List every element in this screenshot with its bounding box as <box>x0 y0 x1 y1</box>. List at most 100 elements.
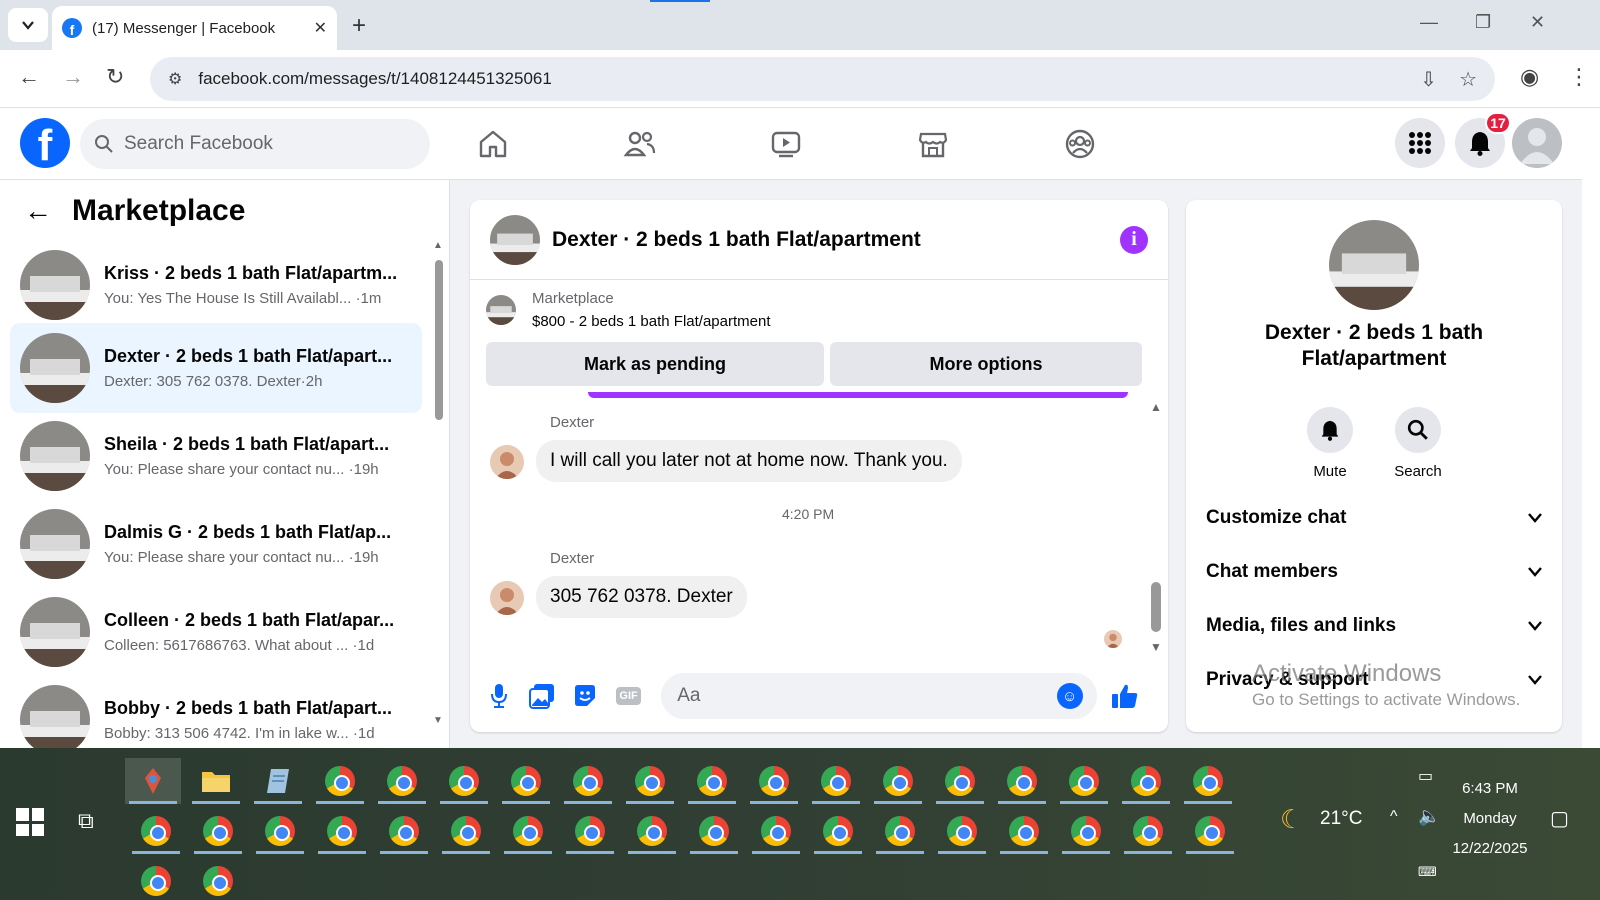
message-input[interactable]: Aa ☺ <box>661 673 1097 719</box>
message-bubble[interactable]: 305 762 0378. Dexter <box>536 576 747 618</box>
gif-icon[interactable]: GIF <box>614 681 643 711</box>
chrome-taskbar-icon[interactable] <box>996 808 1052 854</box>
task-view-icon[interactable]: ⧉ <box>78 808 94 834</box>
moon-weather-icon[interactable]: ☾ <box>1280 804 1303 835</box>
info-icon[interactable]: i <box>1120 225 1148 254</box>
minimize-button[interactable]: — <box>1420 12 1438 33</box>
chrome-taskbar-icon[interactable] <box>376 808 432 854</box>
chrome-taskbar-icon[interactable] <box>808 758 864 804</box>
chrome-taskbar-icon[interactable] <box>128 858 184 900</box>
chat-list-scrollbar[interactable]: ▲ ▼ <box>433 240 445 740</box>
notepad-taskbar-icon[interactable] <box>250 758 306 804</box>
chrome-taskbar-icon[interactable] <box>1180 758 1236 804</box>
media-files-links-row[interactable]: Media, files and links <box>1206 611 1542 641</box>
chat-title[interactable]: Dexter · 2 beds 1 bath Flat/apartment <box>552 228 1120 252</box>
menu-grid-button[interactable] <box>1395 118 1445 168</box>
windows-start-icon[interactable] <box>16 808 44 836</box>
bookmark-star-icon[interactable]: ☆ <box>1459 67 1477 92</box>
chrome-taskbar-icon[interactable] <box>560 758 616 804</box>
conversation-item[interactable]: Colleen · 2 beds 1 bath Flat/apar... Col… <box>10 587 422 677</box>
search-facebook-input[interactable]: Search Facebook <box>80 119 430 169</box>
scroll-up-arrow-icon[interactable]: ▲ <box>433 240 443 251</box>
browser-tab-active[interactable]: f (17) Messenger | Facebook ✕ <box>52 6 337 50</box>
mute-button[interactable]: Mute <box>1295 407 1365 480</box>
chrome-taskbar-icon[interactable] <box>872 808 928 854</box>
chrome-taskbar-icon[interactable] <box>314 808 370 854</box>
chrome-taskbar-icon[interactable] <box>810 808 866 854</box>
chrome-taskbar-icon[interactable] <box>994 758 1050 804</box>
conversation-item[interactable]: Bobby · 2 beds 1 bath Flat/apart... Bobb… <box>10 675 422 748</box>
video-tab[interactable] <box>768 126 804 162</box>
network-icon[interactable]: ▭ <box>1418 766 1433 786</box>
menu-kebab-icon[interactable]: ⋮ <box>1568 64 1590 90</box>
microphone-icon[interactable] <box>484 681 513 711</box>
profile-icon[interactable]: ◉ <box>1520 64 1539 90</box>
chrome-taskbar-icon[interactable] <box>190 808 246 854</box>
chrome-taskbar-icon[interactable] <box>498 758 554 804</box>
chrome-taskbar-icon[interactable] <box>684 758 740 804</box>
install-app-icon[interactable]: ⇩ <box>1420 67 1437 92</box>
message-bubble[interactable]: I will call you later not at home now. T… <box>536 440 962 482</box>
sticker-icon[interactable] <box>571 681 600 711</box>
conversation-item[interactable]: Kriss · 2 beds 1 bath Flat/apartm... You… <box>10 240 422 330</box>
scrollbar-thumb[interactable] <box>435 260 443 420</box>
marketplace-tab[interactable] <box>915 126 951 162</box>
mark-as-pending-button[interactable]: Mark as pending <box>486 342 824 386</box>
facebook-logo[interactable]: f <box>20 118 70 168</box>
chrome-taskbar-icon[interactable] <box>500 808 556 854</box>
chat-members-row[interactable]: Chat members <box>1206 557 1542 587</box>
scroll-down-arrow-icon[interactable]: ▼ <box>1150 640 1162 654</box>
chevron-up-icon[interactable]: ^ <box>1390 808 1398 826</box>
chrome-taskbar-icon[interactable] <box>190 858 246 900</box>
chrome-taskbar-icon[interactable] <box>562 808 618 854</box>
privacy-support-row[interactable]: Privacy & support <box>1206 665 1542 695</box>
app-taskbar-icon[interactable] <box>125 758 181 804</box>
back-arrow-icon[interactable]: ← <box>24 195 52 227</box>
emoji-icon[interactable]: ☺ <box>1056 683 1083 709</box>
chrome-taskbar-icon[interactable] <box>128 808 184 854</box>
chrome-taskbar-icon[interactable] <box>1120 808 1176 854</box>
chrome-taskbar-icon[interactable] <box>1058 808 1114 854</box>
close-window-button[interactable]: ✕ <box>1530 12 1545 33</box>
chrome-taskbar-icon[interactable] <box>252 808 308 854</box>
taskbar-clock[interactable]: 6:43 PM Monday 12/22/2025 <box>1440 774 1540 864</box>
customize-chat-row[interactable]: Customize chat <box>1206 503 1542 533</box>
groups-tab[interactable] <box>1062 126 1098 162</box>
page-scrollbar[interactable] <box>1582 108 1600 748</box>
sender-avatar[interactable] <box>490 445 524 479</box>
chrome-taskbar-icon[interactable] <box>312 758 368 804</box>
site-info-icon[interactable]: ⚙ <box>168 69 182 89</box>
account-avatar-button[interactable] <box>1512 118 1562 168</box>
more-options-button[interactable]: More options <box>830 342 1142 386</box>
conversation-item[interactable]: Dalmis G · 2 beds 1 bath Flat/ap... You:… <box>10 499 422 589</box>
chrome-taskbar-icon[interactable] <box>746 758 802 804</box>
chrome-taskbar-icon[interactable] <box>748 808 804 854</box>
listing-price-title[interactable]: $800 - 2 beds 1 bath Flat/apartment <box>532 313 770 330</box>
chrome-taskbar-icon[interactable] <box>1182 808 1238 854</box>
home-tab[interactable] <box>475 126 511 162</box>
chrome-taskbar-icon[interactable] <box>686 808 742 854</box>
chrome-taskbar-icon[interactable] <box>374 758 430 804</box>
chrome-taskbar-icon[interactable] <box>934 808 990 854</box>
new-tab-button[interactable]: + <box>352 12 366 40</box>
address-bar[interactable]: ⚙ facebook.com/messages/t/14081244513250… <box>150 57 1495 101</box>
thumbs-up-icon[interactable] <box>1111 681 1140 711</box>
scroll-down-arrow-icon[interactable]: ▼ <box>433 715 443 726</box>
chrome-taskbar-icon[interactable] <box>436 758 492 804</box>
chrome-taskbar-icon[interactable] <box>438 808 494 854</box>
chrome-taskbar-icon[interactable] <box>622 758 678 804</box>
notification-center-icon[interactable]: ▢ <box>1550 806 1569 831</box>
restore-button[interactable]: ❐ <box>1475 12 1491 33</box>
chrome-taskbar-icon[interactable] <box>870 758 926 804</box>
contact-avatar[interactable] <box>1329 220 1419 310</box>
search-in-chat-button[interactable]: Search <box>1383 407 1453 480</box>
conversation-item[interactable]: Sheila · 2 beds 1 bath Flat/apart... You… <box>10 411 422 501</box>
notifications-button[interactable]: 17 <box>1455 112 1511 168</box>
chrome-taskbar-icon[interactable] <box>1056 758 1112 804</box>
friends-tab[interactable] <box>622 126 658 162</box>
sender-avatar[interactable] <box>490 581 524 615</box>
tab-close-icon[interactable]: ✕ <box>314 18 327 38</box>
photo-gallery-icon[interactable] <box>527 681 556 711</box>
forward-button[interactable]: → <box>62 64 84 90</box>
conversation-item-active[interactable]: Dexter · 2 beds 1 bath Flat/apart... Dex… <box>10 323 422 413</box>
